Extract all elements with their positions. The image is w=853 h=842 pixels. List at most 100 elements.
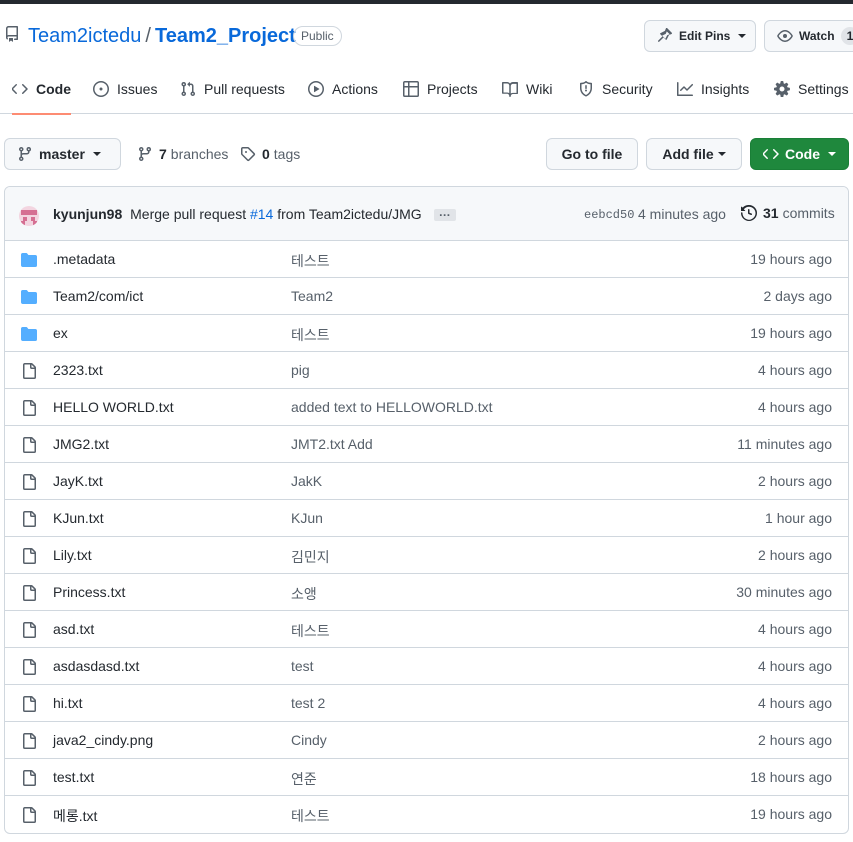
file-name-link[interactable]: Team2/com/ict	[53, 288, 143, 304]
file-commit-message-link[interactable]: 테스트	[291, 325, 330, 345]
tab-settings-label: Settings	[798, 81, 849, 97]
table-icon	[403, 81, 419, 97]
repo-owner-link[interactable]: Team2ictedu	[28, 25, 141, 47]
tab-actions-label: Actions	[332, 81, 378, 97]
edit-pins-label: Edit Pins	[679, 29, 731, 43]
repo-path-separator: /	[145, 25, 151, 47]
file-name-link[interactable]: HELLO WORLD.txt	[53, 399, 174, 415]
watch-count: 1	[840, 27, 853, 45]
edit-pins-button[interactable]: Edit Pins	[644, 20, 756, 52]
file-icon	[23, 548, 36, 564]
code-dropdown-button[interactable]: Code	[750, 138, 849, 170]
file-commit-message-link[interactable]: test 2	[291, 695, 325, 711]
file-name-link[interactable]: asd.txt	[53, 621, 94, 637]
tags-link[interactable]: 0 tags	[240, 138, 300, 170]
latest-commit-message: kyunjun98 Merge pull request #14 from Te…	[53, 206, 456, 222]
file-row[interactable]: asd.txt 테스트 4 hours ago	[5, 610, 848, 647]
file-row[interactable]: JMG2.txt JMT2.txt Add 11 minutes ago	[5, 425, 848, 462]
file-commit-message-link[interactable]: Cindy	[291, 732, 327, 748]
file-name-link[interactable]: Princess.txt	[53, 584, 125, 600]
commit-message-prefix[interactable]: Merge pull request	[130, 206, 246, 222]
file-name-link[interactable]: JMG2.txt	[53, 436, 109, 452]
add-file-button[interactable]: Add file	[646, 138, 742, 170]
file-name-link[interactable]: .metadata	[53, 251, 115, 267]
pull-request-link[interactable]: #14	[250, 206, 273, 222]
file-name-link[interactable]: java2_cindy.png	[53, 732, 153, 748]
file-name-link[interactable]: Lily.txt	[53, 547, 92, 563]
file-commit-message-link[interactable]: 소앵	[291, 584, 317, 604]
file-name-link[interactable]: 메롱.txt	[53, 806, 97, 826]
file-row[interactable]: JayK.txt JakK 2 hours ago	[5, 462, 848, 499]
commit-sha-link[interactable]: eebcd50	[584, 208, 634, 222]
file-name-link[interactable]: test.txt	[53, 769, 94, 785]
tab-security[interactable]: Security	[578, 64, 653, 114]
file-name-link[interactable]: ex	[53, 325, 68, 341]
file-row[interactable]: hi.txt test 2 4 hours ago	[5, 684, 848, 721]
file-commit-message-link[interactable]: test	[291, 658, 314, 674]
commit-message-suffix[interactable]: from Team2ictedu/JMG	[277, 206, 421, 222]
file-commit-message-link[interactable]: pig	[291, 362, 310, 378]
file-row[interactable]: .metadata 테스트 19 hours ago	[5, 241, 848, 277]
repo-name-link[interactable]: Team2_Project	[155, 25, 296, 47]
file-row[interactable]: 2323.txt pig 4 hours ago	[5, 351, 848, 388]
code-icon	[12, 84, 28, 94]
file-row[interactable]: asdasdasd.txt test 4 hours ago	[5, 647, 848, 684]
watch-button[interactable]: Watch 1	[764, 20, 853, 52]
tab-actions[interactable]: Actions	[308, 64, 378, 114]
file-age: 19 hours ago	[750, 806, 832, 822]
file-row[interactable]: HELLO WORLD.txt added text to HELLOWORLD…	[5, 388, 848, 425]
branches-link[interactable]: 7 branches	[137, 138, 228, 170]
tab-insights[interactable]: Insights	[677, 64, 749, 114]
latest-commit-bar: kyunjun98 Merge pull request #14 from Te…	[5, 187, 848, 241]
tab-code[interactable]: Code	[12, 64, 71, 115]
file-name-link[interactable]: 2323.txt	[53, 362, 103, 378]
repo-nav-tabs: Code Issues Pull requests Actions Projec…	[0, 64, 853, 115]
file-commit-message-link[interactable]: added text to HELLOWORLD.txt	[291, 399, 493, 415]
file-commit-message-link[interactable]: JakK	[291, 473, 322, 489]
file-commit-message-link[interactable]: 테스트	[291, 251, 330, 271]
file-commit-message-link[interactable]: Team2	[291, 288, 333, 304]
tab-settings[interactable]: Settings	[774, 64, 849, 114]
file-name-link[interactable]: JayK.txt	[53, 473, 103, 489]
expand-commit-message-button[interactable]: …	[433, 206, 456, 222]
file-row[interactable]: Team2/com/ict Team2 2 days ago	[5, 277, 848, 314]
file-row[interactable]: KJun.txt KJun 1 hour ago	[5, 499, 848, 536]
file-row[interactable]: java2_cindy.png Cindy 2 hours ago	[5, 721, 848, 758]
file-row[interactable]: test.txt 연준 18 hours ago	[5, 758, 848, 795]
file-row[interactable]: ex 테스트 19 hours ago	[5, 314, 848, 351]
code-button-label: Code	[785, 146, 820, 162]
file-row[interactable]: 메롱.txt 테스트 19 hours ago	[5, 795, 848, 832]
file-icon	[23, 622, 36, 638]
repo-path: Team2ictedu / Team2_Project	[28, 24, 296, 48]
file-name-link[interactable]: hi.txt	[53, 695, 83, 711]
file-age: 19 hours ago	[750, 325, 832, 341]
file-commit-message-link[interactable]: 테스트	[291, 806, 330, 826]
branch-select-button[interactable]: master	[4, 138, 121, 170]
commit-author-link[interactable]: kyunjun98	[53, 206, 122, 222]
file-commit-message-link[interactable]: JMT2.txt Add	[291, 436, 373, 452]
tag-count: 0	[262, 146, 270, 162]
commits-link[interactable]: 31 commits	[741, 205, 835, 221]
file-list-box: kyunjun98 Merge pull request #14 from Te…	[4, 186, 849, 834]
branches-label: branches	[170, 146, 229, 162]
go-to-file-button[interactable]: Go to file	[546, 138, 638, 170]
file-name-link[interactable]: asdasdasd.txt	[53, 658, 139, 674]
branch-count: 7	[159, 146, 167, 162]
file-commit-message-link[interactable]: KJun	[291, 510, 323, 526]
commit-count: 31	[763, 205, 779, 221]
git-branch-icon	[139, 146, 151, 162]
file-row[interactable]: Princess.txt 소앵 30 minutes ago	[5, 573, 848, 610]
file-commit-message-link[interactable]: 테스트	[291, 621, 330, 641]
file-commit-message-link[interactable]: 김민지	[291, 547, 330, 567]
file-name-link[interactable]: KJun.txt	[53, 510, 104, 526]
file-commit-message-link[interactable]: 연준	[291, 769, 317, 789]
tab-projects[interactable]: Projects	[403, 64, 478, 114]
file-row[interactable]: Lily.txt 김민지 2 hours ago	[5, 536, 848, 573]
file-age: 1 hour ago	[765, 510, 832, 526]
avatar[interactable]	[19, 206, 39, 226]
tab-issues[interactable]: Issues	[93, 64, 157, 114]
add-file-label: Add file	[662, 146, 714, 162]
tab-wiki[interactable]: Wiki	[502, 64, 552, 114]
branch-name: master	[39, 146, 85, 162]
tab-pull-requests[interactable]: Pull requests	[180, 64, 285, 114]
